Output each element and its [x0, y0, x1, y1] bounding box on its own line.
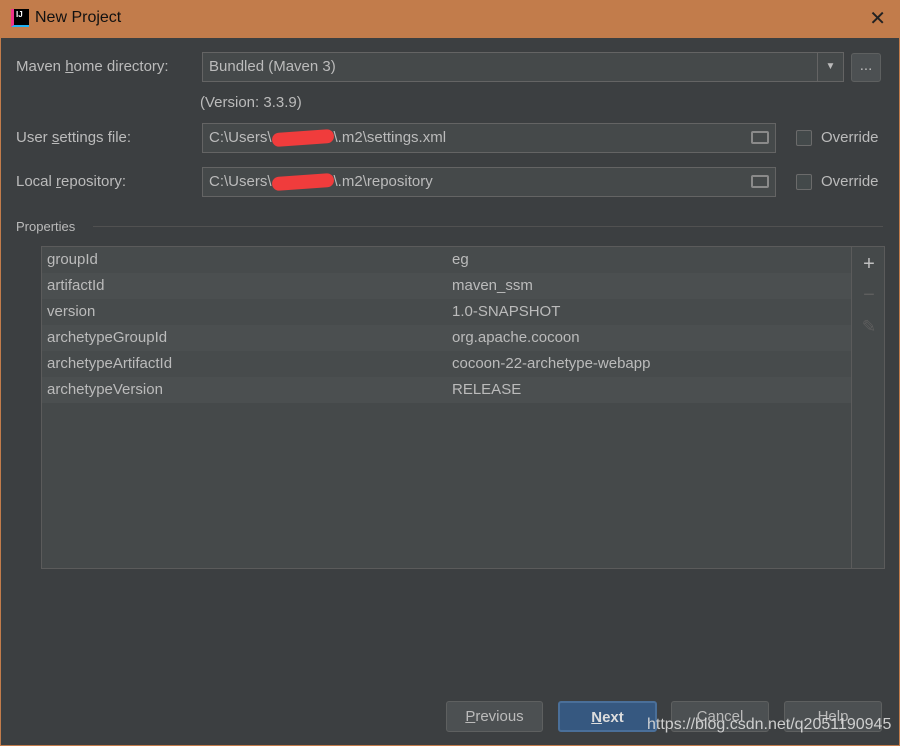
folder-icon[interactable]	[751, 175, 769, 188]
table-row[interactable]: groupId eg	[42, 247, 851, 273]
maven-version: (Version: 3.3.9)	[200, 94, 302, 111]
settings-file-input[interactable]: C:\Users\ \.m2\settings.xml	[202, 123, 776, 153]
local-repo-label: Local repository:	[16, 173, 127, 190]
properties-title: Properties	[16, 219, 76, 234]
property-key: artifactId	[47, 277, 105, 294]
local-repo-input[interactable]: C:\Users\ \.m2\repository	[202, 167, 776, 197]
next-button[interactable]: Next	[558, 701, 657, 732]
close-icon[interactable]: ✕	[869, 6, 886, 31]
maven-home-value: Bundled (Maven 3)	[209, 58, 336, 75]
property-key: archetypeVersion	[47, 381, 163, 398]
add-icon[interactable]: +	[860, 254, 878, 274]
settings-override-checkbox[interactable]	[796, 130, 812, 146]
property-key: archetypeArtifactId	[47, 355, 173, 372]
browse-maven-home-button[interactable]: ...	[851, 53, 881, 82]
redacted-username	[271, 128, 334, 148]
table-row[interactable]: version 1.0-SNAPSHOT	[42, 299, 851, 325]
maven-home-label: Maven home directory:	[16, 58, 169, 75]
property-value[interactable]: eg	[452, 247, 469, 273]
table-row[interactable]: archetypeGroupId org.apache.cocoon	[42, 325, 851, 351]
remove-icon[interactable]: −	[860, 285, 878, 305]
property-value[interactable]: maven_ssm	[452, 273, 533, 299]
repo-override-checkbox[interactable]	[796, 174, 812, 190]
chevron-down-icon[interactable]: ▼	[817, 53, 843, 81]
property-key: archetypeGroupId	[47, 329, 168, 346]
edit-icon[interactable]: ✎	[860, 317, 878, 337]
window-title: New Project	[35, 9, 122, 26]
properties-table: groupId eg artifactId maven_ssmversion 1.0-S…	[41, 246, 885, 569]
title-bar: IJ New Project ✕	[0, 0, 900, 38]
property-value[interactable]: RELEASE	[452, 377, 521, 403]
dialog-body: Maven home directory: Bundled (Maven 3) …	[1, 38, 899, 745]
table-row[interactable]: archetypeVersion RELEASE	[42, 377, 851, 403]
redacted-username	[271, 172, 334, 192]
watermark: https://blog.csdn.net/q2051190945	[647, 716, 892, 733]
property-value[interactable]: org.apache.cocoon	[452, 325, 580, 351]
property-key: groupId	[47, 251, 98, 268]
table-row[interactable]: archetypeArtifactId cocoon-22-archetype-w…	[42, 351, 851, 377]
maven-home-combo[interactable]: Bundled (Maven 3) ▼	[202, 52, 844, 82]
settings-file-label: User settings file:	[16, 129, 132, 146]
previous-button[interactable]: Previous	[446, 701, 543, 732]
properties-rows: groupId eg artifactId maven_ssmversion 1.0-S…	[42, 247, 852, 568]
divider	[93, 226, 883, 227]
table-row[interactable]: artifactId maven_ssm	[42, 273, 851, 299]
property-value[interactable]: cocoon-22-archetype-webapp	[452, 351, 650, 377]
folder-icon[interactable]	[751, 131, 769, 144]
property-value[interactable]: 1.0-SNAPSHOT	[452, 299, 560, 325]
repo-override-label[interactable]: Override	[821, 173, 879, 190]
settings-override-label[interactable]: Override	[821, 129, 879, 146]
intellij-idea-icon: IJ	[11, 9, 29, 27]
property-key: version	[47, 303, 96, 320]
